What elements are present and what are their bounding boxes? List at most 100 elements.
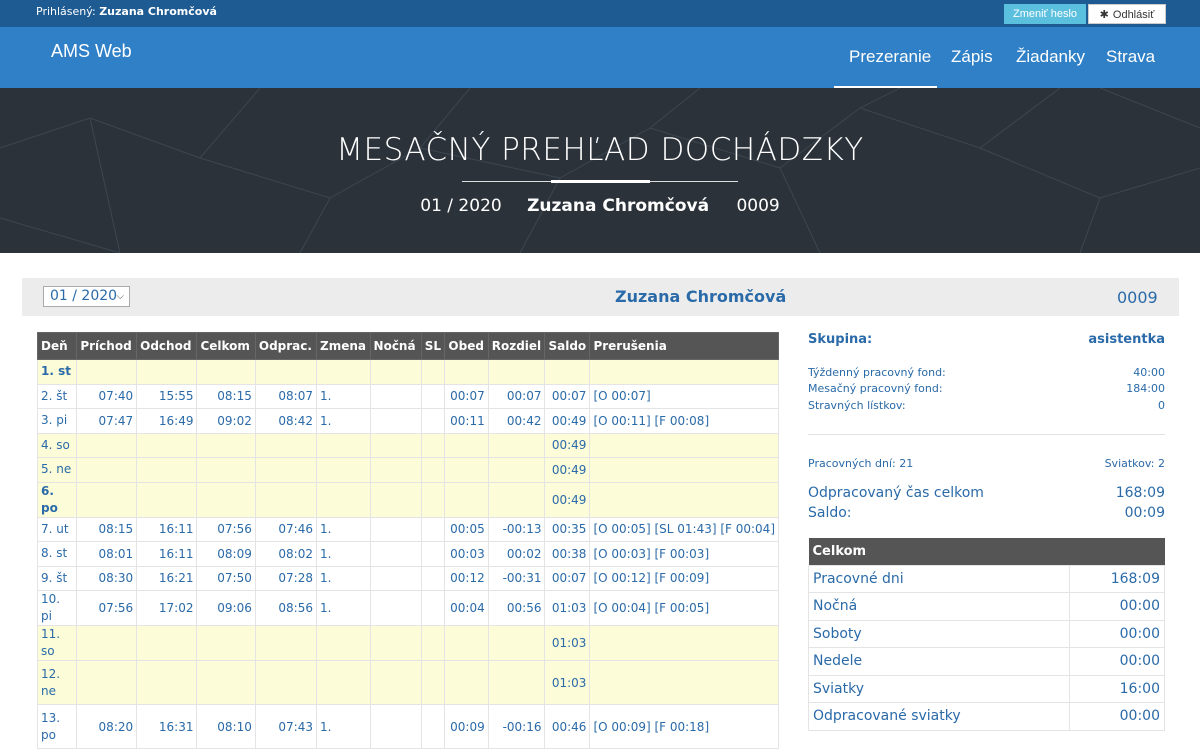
table-cell: [196, 625, 256, 661]
hero-employee-code: 0009: [736, 196, 780, 216]
col-obed: Obed: [444, 332, 489, 360]
table-cell: [136, 432, 198, 458]
table-cell: [O 00:07]: [589, 383, 779, 409]
table-cell: [369, 432, 422, 458]
table-row: 8. st 08:01 16:11 08:09 08:02 1. 00:03 00:02 00:…: [36, 541, 779, 567]
totals-row: Soboty 00:00: [808, 619, 1165, 648]
table-cell: 00:49: [544, 408, 591, 434]
logout-button[interactable]: ✱ Odhlásiť: [1088, 4, 1166, 24]
table-cell: [316, 660, 371, 705]
table-cell: [369, 383, 422, 409]
change-password-button[interactable]: Zmeniť heslo: [1004, 4, 1086, 24]
weekly-fund-value: 40:00: [1133, 366, 1165, 379]
saldo-label: Saldo:: [808, 505, 852, 521]
table-cell: [76, 359, 138, 385]
work-days: Pracovných dní: 21: [808, 457, 914, 470]
group-label: Skupina:: [808, 332, 873, 347]
table-cell: [420, 704, 446, 749]
table-cell: 08:30: [76, 565, 138, 591]
table-cell: [369, 408, 422, 434]
table-cell: [444, 457, 489, 483]
weekly-fund-label: Týždenný pracovný fond:: [808, 366, 946, 379]
table-cell: [196, 359, 256, 385]
table-cell: 1.: [316, 383, 371, 409]
meal-tickets: Stravných lístkov: 0: [808, 399, 1165, 412]
gear-icon: ✱: [1099, 9, 1109, 21]
table-cell: 00:04: [444, 590, 489, 626]
table-cell: 1.: [316, 541, 371, 567]
table-cell: [136, 660, 198, 705]
totals-label: Sviatky: [808, 674, 1070, 703]
table-cell: [254, 660, 318, 705]
page-title: MESAČNÝ PREHĽAD DOCHÁDZKY: [336, 132, 864, 168]
table-cell: 00:56: [487, 590, 546, 626]
nav-zapis[interactable]: Zápis: [951, 47, 993, 67]
totals-label: Nočná: [808, 592, 1070, 621]
table-row: 3. pi 07:47 16:49 09:02 08:42 1. 00:11 00:42 00:…: [36, 408, 779, 434]
table-cell: [420, 516, 446, 542]
table-row: 12. ne 01:03: [36, 660, 779, 705]
cell-day: 7. ut: [36, 516, 78, 542]
table-cell: 08:56: [254, 590, 318, 626]
attendance-table: Deň Príchod Odchod Celkom Odprac. Zmena …: [36, 332, 779, 749]
saldo-row: Saldo: 00:09: [808, 505, 1165, 521]
table-cell: 00:46: [544, 704, 591, 749]
table-cell: [O 00:05] [SL 01:43] [F 00:04]: [589, 516, 779, 542]
title-underline-accent: [551, 180, 650, 183]
hero-banner: MESAČNÝ PREHĽAD DOCHÁDZKY 01 / 2020 Zuza…: [0, 88, 1200, 253]
table-cell: 00:05: [444, 516, 489, 542]
table-cell: [444, 625, 489, 661]
table-cell: 16:31: [136, 704, 198, 749]
saldo-value: 00:09: [1124, 505, 1165, 521]
table-row: 7. ut 08:15 16:11 07:56 07:46 1. 00:05 -00:13 00…: [36, 516, 779, 542]
table-cell: 08:07: [254, 383, 318, 409]
table-cell: 1.: [316, 565, 371, 591]
col-sl: SL: [420, 332, 446, 360]
table-cell: 00:09: [444, 704, 489, 749]
table-cell: [420, 432, 446, 458]
cell-day: 6. po: [36, 481, 78, 518]
col-odprac: Odprac.: [254, 332, 318, 360]
monthly-fund-label: Mesačný pracovný fond:: [808, 382, 943, 395]
table-cell: [369, 625, 422, 661]
table-cell: [76, 660, 138, 705]
table-cell: [254, 481, 318, 518]
nav-ziadanky[interactable]: Žiadanky: [1016, 47, 1085, 67]
month-select[interactable]: 01 / 2020 ⌵: [43, 286, 130, 307]
table-cell: 16:49: [136, 408, 198, 434]
table-cell: [O 00:03] [F 00:03]: [589, 541, 779, 567]
table-cell: 01:03: [544, 625, 591, 661]
cell-day: 3. pi: [36, 408, 78, 434]
totals-row: Odpracované sviatky 00:00: [808, 702, 1165, 731]
nav-strava[interactable]: Strava: [1106, 47, 1155, 67]
holidays-count: Sviatkov: 2: [1104, 457, 1165, 470]
table-cell: 07:28: [254, 565, 318, 591]
table-cell: -00:16: [487, 704, 546, 749]
totals-header: Celkom: [808, 538, 1165, 565]
col-prerusenia: Prerušenia: [589, 332, 779, 360]
table-cell: [254, 432, 318, 458]
totals-value: 00:00: [1069, 702, 1165, 731]
brand-logo[interactable]: AMS Web: [51, 41, 132, 62]
table-cell: 00:35: [544, 516, 591, 542]
meal-tickets-label: Stravných lístkov:: [808, 399, 906, 412]
table-cell: [254, 457, 318, 483]
table-cell: [589, 457, 779, 483]
table-cell: [76, 457, 138, 483]
cell-day: 9. št: [36, 565, 78, 591]
nav-prezeranie[interactable]: Prezeranie: [849, 47, 931, 67]
table-cell: [487, 457, 546, 483]
col-odchod: Odchod: [136, 332, 198, 360]
polygon-background: [0, 88, 1200, 253]
table-cell: 16:11: [136, 516, 198, 542]
table-cell: [316, 432, 371, 458]
table-cell: 08:15: [76, 516, 138, 542]
table-cell: [254, 359, 318, 385]
totals-value: 00:00: [1069, 592, 1165, 621]
table-cell: 16:11: [136, 541, 198, 567]
group-value: asistentka: [1088, 332, 1165, 347]
weekly-fund: Týždenný pracovný fond: 40:00: [808, 366, 1165, 379]
table-cell: 1.: [316, 590, 371, 626]
table-row: 5. ne 00:49: [36, 457, 779, 483]
table-cell: [589, 359, 779, 385]
